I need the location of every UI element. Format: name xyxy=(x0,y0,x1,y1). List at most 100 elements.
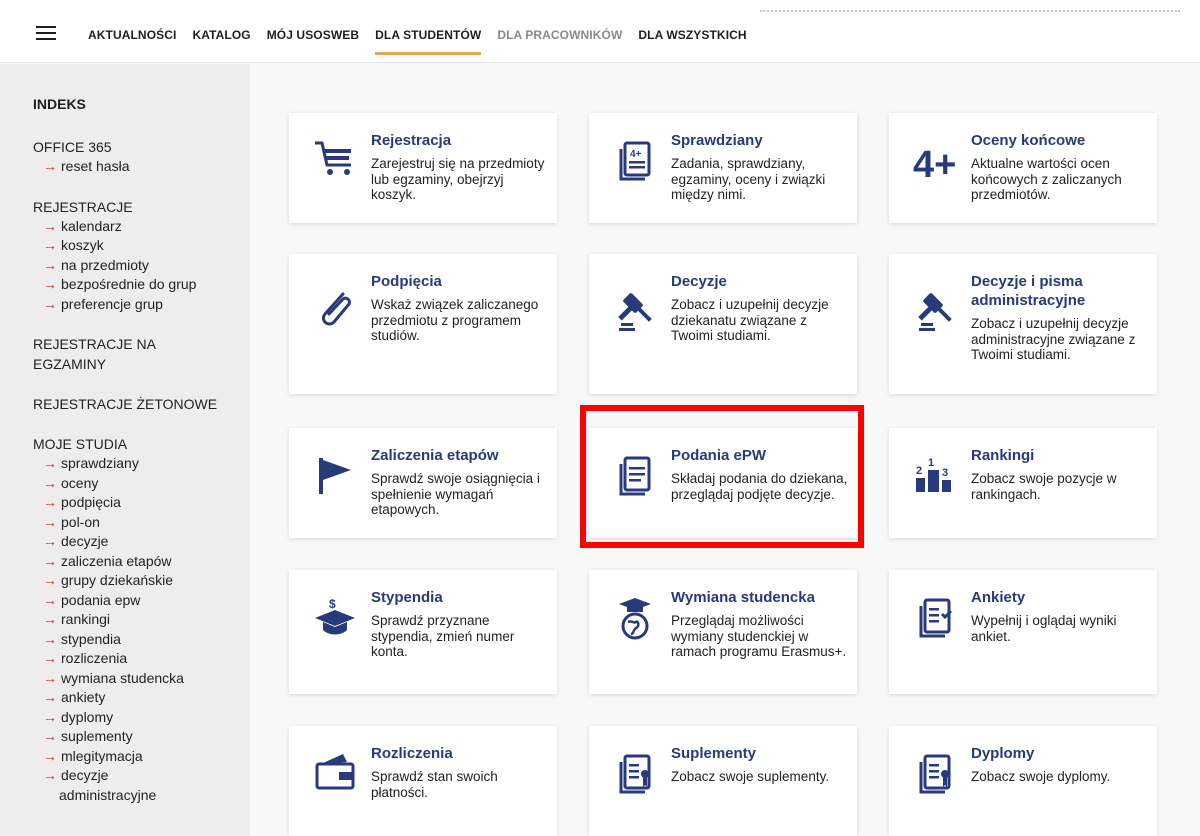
certificate-icon xyxy=(613,752,657,796)
sidebar-link-rozliczenia[interactable]: → rozliczenia xyxy=(33,649,250,669)
card-rejestracja[interactable]: Rejestracja Zarejestruj się na przedmiot… xyxy=(289,113,557,223)
sidebar-link-stypendia[interactable]: → stypendia xyxy=(33,630,250,650)
sidebar-link-oceny[interactable]: → oceny xyxy=(33,474,250,494)
survey-checklist-icon xyxy=(913,596,957,640)
sidebar-link-podania-epw[interactable]: → podania epw xyxy=(33,591,250,611)
ranking-digit: 1 xyxy=(928,457,934,469)
card-decyzje[interactable]: Decyzje Zobacz i uzupełnij decyzje dziek… xyxy=(589,254,857,394)
sidebar-title-office[interactable]: OFFICE 365 xyxy=(33,137,250,157)
card-description: Zarejestruj się na przedmioty lub egzami… xyxy=(371,156,545,202)
grade-glyph: 4+ xyxy=(630,149,642,160)
sidebar: INDEKS OFFICE 365 → reset hasła REJESTRAC… xyxy=(0,64,250,836)
card-sprawdziany[interactable]: 4+ Sprawdziany Zadania, sprawdziany, egz… xyxy=(589,113,857,223)
flag-icon xyxy=(313,454,357,498)
sidebar-section-office: OFFICE 365 → reset hasła xyxy=(33,137,250,177)
arrow-right-icon: → xyxy=(43,513,57,530)
arrow-right-icon: → xyxy=(43,474,57,491)
nav-dla-studentow[interactable]: DLA STUDENTÓW xyxy=(367,0,489,63)
arrow-right-icon: → xyxy=(43,455,57,471)
sidebar-title-rejestracje[interactable]: REJESTRACJE xyxy=(33,197,250,217)
sidebar-link-grupy-dziekanskie[interactable]: → grupy dziekańskie xyxy=(33,571,250,591)
sidebar-link-ankiety[interactable]: → ankiety xyxy=(33,688,250,708)
graduation-globe-icon xyxy=(613,596,657,640)
card-oceny-koncowe[interactable]: 4+ Oceny końcowe Aktualne wartości ocen … xyxy=(889,113,1157,223)
nav-katalog[interactable]: KATALOG xyxy=(184,0,258,63)
sidebar-section-rej-zetonowe: REJESTRACJE ŻETONOWE xyxy=(33,394,250,414)
sidebar-link-rankingi[interactable]: → rankingi xyxy=(33,610,250,630)
main-nav: AKTUALNOŚCI KATALOG MÓJ USOSWEB DLA STUD… xyxy=(80,0,755,63)
card-dyplomy[interactable]: Dyplomy Zobacz swoje dyplomy. xyxy=(889,726,1157,836)
dollar-glyph: $ xyxy=(329,597,336,611)
sidebar-link-bezposrednie[interactable]: → bezpośrednie do grup xyxy=(33,275,250,295)
card-stypendia[interactable]: $ Stypendia Sprawdź przyznane stypendia,… xyxy=(289,570,557,694)
sidebar-title-rej-egzaminy[interactable]: REJESTRACJE NA EGZAMINY xyxy=(33,334,250,374)
sidebar-link-preferencje[interactable]: → preferencje grup xyxy=(33,295,250,315)
card-description: Składaj podania do dziekana, przeglądaj … xyxy=(671,471,848,502)
diploma-icon xyxy=(913,752,957,796)
arrow-right-icon: → xyxy=(43,276,57,292)
sidebar-link-suplementy[interactable]: → suplementy xyxy=(33,727,250,747)
sidebar-link-na-przedmioty[interactable]: → na przedmioty xyxy=(33,256,250,276)
document-icon xyxy=(613,454,657,498)
sidebar-link-decyzje[interactable]: → decyzje xyxy=(33,532,250,552)
sidebar-link-koszyk[interactable]: → koszyk xyxy=(33,236,250,256)
card-description: Sprawdź swoje osiągnięcia i spełnienie w… xyxy=(371,471,540,517)
arrow-right-icon: → xyxy=(43,669,57,686)
card-rankingi[interactable]: 213 Rankingi Zobacz swoje pozycje w rank… xyxy=(889,428,1157,538)
card-description: Sprawdź przyznane stypendia, zmień numer… xyxy=(371,613,515,659)
card-title: Oceny końcowe xyxy=(971,132,1086,149)
sidebar-link-zaliczenia-etapow[interactable]: → zaliczenia etapów xyxy=(33,552,250,572)
card-title: Podania ePW xyxy=(671,447,767,464)
sidebar-link-decyzje-administracyjne[interactable]: → decyzje administracyjne xyxy=(33,766,250,805)
arrow-right-icon: → xyxy=(43,611,57,627)
card-description: Aktualne wartości ocen końcowych z zalic… xyxy=(971,156,1122,202)
sidebar-title-moje-studia[interactable]: MOJE STUDIA xyxy=(33,434,250,454)
sidebar-link-kalendarz[interactable]: → kalendarz xyxy=(33,217,250,237)
sidebar-link-mlegitymacja[interactable]: → mlegitymacja xyxy=(33,747,250,767)
wallet-icon xyxy=(313,750,357,794)
card-decyzje-administracyjne[interactable]: Decyzje i pisma administracyjne Zobacz i… xyxy=(889,254,1157,394)
card-title: Zaliczenia etapów xyxy=(371,447,499,464)
card-title: Decyzje xyxy=(671,273,727,290)
podium-ranking-icon: 213 xyxy=(913,452,957,496)
card-rozliczenia[interactable]: Rozliczenia Sprawdź stan swoich płatnośc… xyxy=(289,726,557,836)
arrow-right-icon: → xyxy=(43,650,57,666)
card-description: Sprawdź stan swoich płatności. xyxy=(371,769,498,800)
sidebar-link-wymiana-studencka[interactable]: → wymiana studencka xyxy=(33,669,250,689)
arrow-right-icon: → xyxy=(43,689,57,705)
card-suplementy[interactable]: Suplementy Zobacz swoje suplementy. xyxy=(589,726,857,836)
card-title: Rankingi xyxy=(971,447,1035,464)
sidebar-link-pol-on[interactable]: → pol-on xyxy=(33,513,250,533)
arrow-right-icon: → xyxy=(43,237,57,253)
top-decoration-line xyxy=(760,10,1180,12)
nav-aktualnosci[interactable]: AKTUALNOŚCI xyxy=(80,0,184,63)
card-title: Sprawdziany xyxy=(671,132,763,149)
sidebar-link-dyplomy[interactable]: → dyplomy xyxy=(33,708,250,728)
nav-moj-usosweb[interactable]: MÓJ USOSWEB xyxy=(259,0,367,63)
hamburger-menu-icon[interactable] xyxy=(36,26,56,42)
sidebar-section-moje-studia: MOJE STUDIA → sprawdziany → oceny → podpięc… xyxy=(33,434,250,805)
card-description: Zobacz i uzupełnij decyzje dziekanatu zw… xyxy=(671,297,829,343)
arrow-right-icon: → xyxy=(43,767,57,783)
card-title: Suplementy xyxy=(671,745,757,762)
grade-glyph: 4+ xyxy=(913,144,956,183)
main-content: Rejestracja Zarejestruj się na przedmiot… xyxy=(250,64,1200,836)
card-ankiety[interactable]: Ankiety Wypełnij i oglądaj wyniki ankiet… xyxy=(889,570,1157,694)
card-description: Zobacz i uzupełnij decyzje administracyj… xyxy=(971,316,1136,362)
nav-dla-wszystkich[interactable]: DLA WSZYSTKICH xyxy=(630,0,754,63)
sidebar-link-reset-hasla[interactable]: → reset hasła xyxy=(33,157,250,177)
nav-dla-pracownikow[interactable]: DLA PRACOWNIKÓW xyxy=(489,0,630,63)
arrow-right-icon: → xyxy=(43,552,57,569)
grade-four-plus-icon: 4+ xyxy=(913,139,957,186)
sidebar-link-podpiecia[interactable]: → podpięcia xyxy=(33,493,250,513)
sidebar-title-rej-zetonowe[interactable]: REJESTRACJE ŻETONOWE xyxy=(33,394,250,414)
ranking-digit: 3 xyxy=(942,467,948,479)
card-wymiana-studencka[interactable]: Wymiana studencka Przeglądaj możliwości … xyxy=(589,570,857,694)
sidebar-section-rej-egzaminy: REJESTRACJE NA EGZAMINY xyxy=(33,334,250,374)
card-podania-epw[interactable]: Podania ePW Składaj podania do dziekana,… xyxy=(589,428,857,538)
arrow-right-icon: → xyxy=(43,728,57,744)
card-zaliczenia-etapow[interactable]: Zaliczenia etapów Sprawdź swoje osiągnię… xyxy=(289,428,557,538)
sidebar-link-sprawdziany[interactable]: → sprawdziany xyxy=(33,454,250,474)
card-podpiecia[interactable]: Podpięcia Wskaż związek zaliczanego prze… xyxy=(289,254,557,394)
arrow-right-icon: → xyxy=(43,747,57,764)
